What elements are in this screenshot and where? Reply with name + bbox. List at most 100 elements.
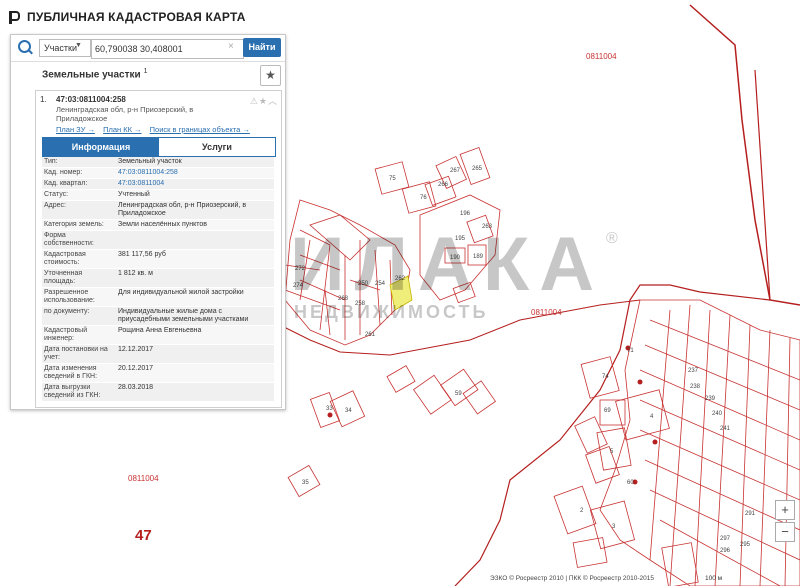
tab-info[interactable]: Информация: [43, 138, 159, 156]
plot-number: 74: [602, 374, 609, 380]
map-markers: [327, 345, 658, 485]
plot-number: 238: [690, 384, 701, 390]
table-row: Статус: Учтенный: [42, 189, 274, 201]
info-key: Кадастровый инженер:: [42, 325, 116, 345]
info-value: Рощина Анна Евгеньевна: [116, 325, 274, 345]
info-value: 28.03.2018: [116, 382, 274, 402]
info-value: Для индивидуальной жилой застройки: [116, 287, 274, 307]
plot-number: 3: [612, 524, 616, 530]
info-value: Земли населённых пунктов: [116, 219, 274, 231]
boundary-line: [689, 4, 800, 306]
info-value-link[interactable]: 47:03:0811004:258: [116, 167, 274, 179]
search-input[interactable]: [91, 39, 244, 59]
table-row: Дата изменения сведений в ГКН: 20.12.2017: [42, 363, 274, 383]
zoom-out-button[interactable]: −: [775, 522, 795, 542]
results-title: Земельные участки 1: [42, 68, 148, 81]
table-row: Кад. квартал: 47:03:0811004: [42, 178, 274, 190]
table-row: Кадастровая стоимость: 381 117,56 руб: [42, 249, 274, 269]
boundary-line: [754, 69, 771, 301]
info-key: Дата изменения сведений в ГКН:: [42, 363, 116, 383]
table-row: Разрешенное использование: Для индивидуал…: [42, 287, 274, 307]
quarter-label: 0811004: [128, 474, 159, 483]
info-key: Дата выгрузки сведений из ГКН:: [42, 382, 116, 402]
chevron-down-icon[interactable]: ▼: [75, 42, 82, 49]
plot-number: 33: [326, 406, 333, 412]
watermark-logo: ИЛАКА: [290, 222, 605, 307]
info-value: Земельный участок: [116, 157, 274, 168]
info-value: 1 812 кв. м: [116, 268, 274, 288]
plot-number: 261: [365, 332, 376, 338]
info-value: 12.12.2017: [116, 344, 274, 364]
info-key: Форма собственности:: [42, 230, 116, 250]
watermark: ИЛАКА НЕДВИЖИМОСТЬ ®: [290, 222, 618, 323]
plan-zu-link[interactable]: План ЗУ →: [56, 125, 95, 134]
result-card: 1. 47:03:0811004:258 ⚠★︿ Ленинградская о…: [35, 90, 282, 408]
search-row: Участки ▼ × Найти: [11, 35, 285, 62]
info-key: Кадастровая стоимость:: [42, 249, 116, 269]
info-key: Адрес:: [42, 200, 116, 220]
info-key: Разрешенное использование:: [42, 287, 116, 307]
table-row: Уточненная площадь: 1 812 кв. м: [42, 268, 274, 288]
results-count: 1: [143, 68, 148, 75]
plot-number: 291: [745, 511, 756, 517]
plot-number: 267: [450, 168, 461, 174]
result-address: Ленинградская обл, р-н Приозерский, в Пр…: [56, 105, 194, 123]
result-links: План ЗУ → План КК → Поиск в границах объ…: [56, 125, 256, 134]
table-row: Кад. номер: 47:03:0811004:258: [42, 167, 274, 179]
table-row: Дата постановки на учет: 12.12.2017: [42, 344, 274, 364]
result-index: 1.: [40, 95, 47, 104]
tab-services[interactable]: Услуги: [159, 138, 275, 156]
result-actions-icons[interactable]: ⚠★︿: [250, 94, 278, 107]
table-row: Кадастровый инженер: Рощина Анна Евгеньев…: [42, 325, 274, 345]
info-key: Кад. номер:: [42, 167, 116, 179]
plot-number: 241: [720, 426, 731, 432]
info-key: по документу:: [42, 306, 116, 326]
app-title: ПУБЛИЧНАЯ КАДАСТРОВАЯ КАРТА: [27, 10, 246, 24]
plot-number: 240: [712, 411, 723, 417]
info-value: 381 117,56 руб: [116, 249, 274, 269]
find-button[interactable]: Найти: [243, 38, 281, 57]
result-cadastral-number[interactable]: 47:03:0811004:258: [56, 95, 126, 104]
info-value: 20.12.2017: [116, 363, 274, 383]
plot-number: 60: [627, 480, 634, 486]
plot-number: 265: [472, 166, 483, 172]
plot-number: 196: [460, 211, 471, 217]
plot-number: 295: [740, 542, 751, 548]
plan-kk-link[interactable]: План КК →: [103, 125, 142, 134]
search-icon[interactable]: [18, 40, 31, 53]
info-key: Кад. квартал:: [42, 178, 116, 190]
plot-number: 69: [604, 408, 611, 414]
info-value: Ленинградская обл, р-н Приозерский, в Пр…: [116, 200, 274, 220]
plot-cluster-right: [553, 299, 800, 586]
table-row: по документу: Индивидуальные жилые дома с…: [42, 306, 274, 326]
table-row: Дата выгрузки сведений из ГКН: 28.03.2018: [42, 382, 274, 402]
info-value: [116, 230, 274, 250]
plot-number: 296: [720, 548, 731, 554]
info-key: Тип:: [42, 157, 116, 168]
plot-number: 2: [580, 508, 584, 514]
plot-number: 59: [455, 391, 462, 397]
info-table: Тип: Земельный участок Кад. номер: 47:03:0…: [42, 157, 274, 402]
zoom-controls: + −: [775, 500, 795, 544]
info-key: Статус:: [42, 189, 116, 201]
table-row: Адрес: Ленинградская обл, р-н Приозерский…: [42, 200, 274, 220]
table-row: Форма собственности:: [42, 230, 274, 250]
search-panel: Участки ▼ × Найти Земельные участки1 ★ 1…: [10, 34, 286, 410]
zoom-in-button[interactable]: +: [775, 500, 795, 520]
plot-number: 237: [688, 368, 699, 374]
plot-number: 5: [610, 449, 614, 455]
plot-number: 4: [650, 414, 654, 420]
info-value: Учтенный: [116, 189, 274, 201]
plot-number: 75: [389, 176, 396, 182]
clear-icon[interactable]: ×: [228, 39, 234, 55]
info-value-link[interactable]: 47:03:0811004: [116, 178, 274, 190]
plot-number: 76: [420, 195, 427, 201]
info-key: Уточненная площадь:: [42, 268, 116, 288]
copyright-text: ЭЗКО © Росреестр 2010 | ПКК © Росреестр …: [490, 575, 655, 582]
search-type-select[interactable]: Участки: [39, 39, 91, 57]
results-header: Земельные участки 1 ★: [11, 62, 285, 88]
search-in-bounds-link[interactable]: Поиск в границах объекта →: [150, 125, 250, 134]
plot-number: 71: [627, 348, 634, 354]
plot-number: 266: [438, 182, 449, 188]
favorite-star-button[interactable]: ★: [260, 65, 281, 86]
